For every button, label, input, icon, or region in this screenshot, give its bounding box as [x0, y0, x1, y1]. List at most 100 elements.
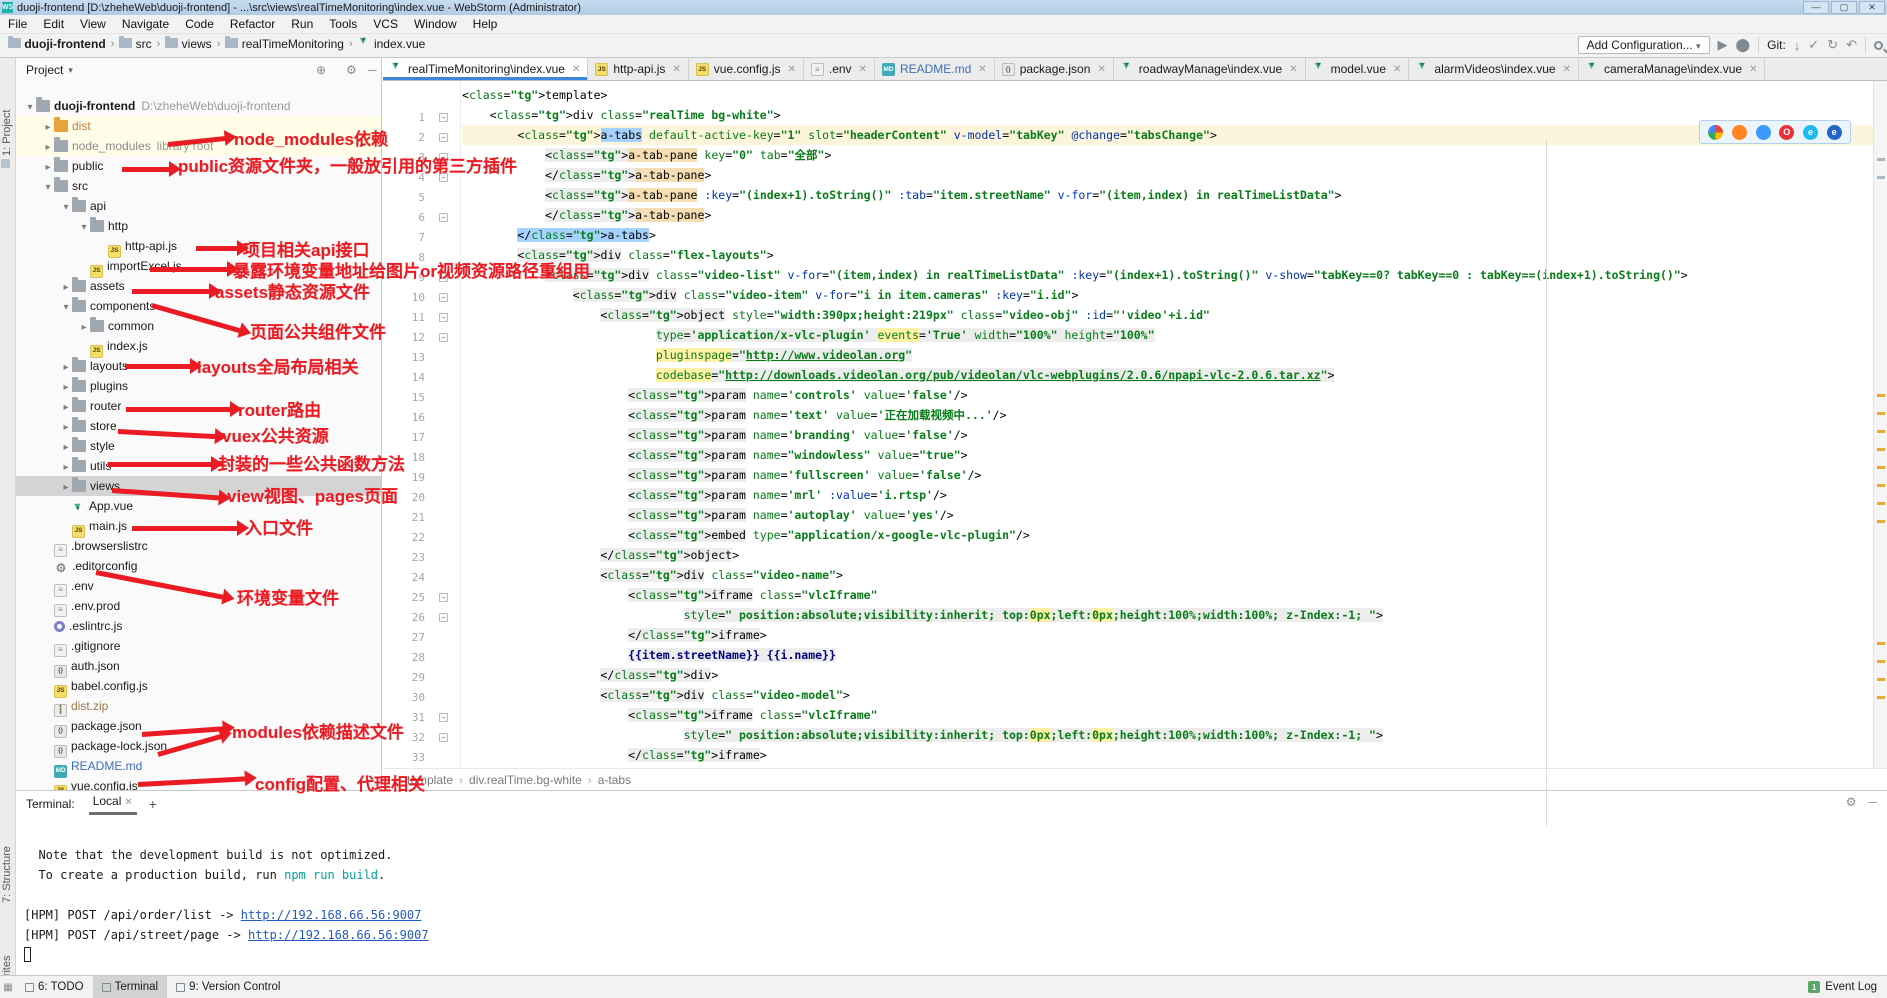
stripe-mark[interactable] — [1877, 176, 1885, 179]
terminal-output[interactable]: Note that the development build is not o… — [16, 817, 1887, 965]
stripe-mark[interactable] — [1877, 660, 1885, 663]
hide-panel-icon[interactable]: ─ — [368, 63, 377, 77]
editor-tab-roadwayManage-index.vue[interactable]: roadwayManage\index.vue✕ — [1114, 58, 1306, 80]
add-configuration-button[interactable]: Add Configuration... ▾ — [1578, 36, 1710, 54]
breadcrumb-item-src[interactable]: src — [119, 37, 151, 51]
editor-tab-.env[interactable]: ≡.env✕ — [804, 58, 875, 80]
terminal-tab-local[interactable]: Local✕ — [89, 794, 137, 815]
editor-tab-model.vue[interactable]: model.vue✕ — [1306, 58, 1410, 80]
menu-item-help[interactable]: Help — [465, 17, 506, 31]
terminal-settings-gear-icon[interactable]: ⚙ — [1846, 795, 1857, 809]
stripe-mark[interactable] — [1877, 678, 1885, 681]
editor-tab-vue.config.js[interactable]: JSvue.config.js✕ — [689, 58, 804, 80]
fold-marker-icon[interactable]: − — [439, 293, 448, 302]
tool-stripe-project[interactable]: 1: Project — [1, 110, 13, 168]
tree-item-src[interactable]: ▾src — [16, 176, 382, 196]
chevron-down-icon[interactable]: ▾ — [78, 218, 90, 238]
menu-item-run[interactable]: Run — [283, 17, 321, 31]
editor-tab-package.json[interactable]: {}package.json✕ — [995, 58, 1114, 80]
stripe-mark[interactable] — [1877, 448, 1885, 451]
menu-item-code[interactable]: Code — [177, 17, 222, 31]
editor-breadcrumb-a-tabs[interactable]: a-tabs — [598, 773, 631, 787]
menu-item-tools[interactable]: Tools — [321, 17, 365, 31]
chevron-right-icon[interactable]: ▸ — [60, 358, 72, 378]
close-icon[interactable]: ✕ — [859, 64, 867, 75]
stripe-mark[interactable] — [1877, 158, 1885, 161]
chevron-right-icon[interactable]: ▸ — [60, 458, 72, 478]
tree-item-.browserslistrc[interactable]: ≡.browserslistrc — [16, 536, 382, 556]
stripe-mark[interactable] — [1877, 642, 1885, 645]
tool-windows-toggle-icon[interactable]: ▦ — [0, 982, 16, 993]
close-icon[interactable]: ✕ — [572, 64, 580, 75]
breadcrumb-item-duoji-frontend[interactable]: duoji-frontend — [8, 37, 106, 51]
close-button[interactable]: ✕ — [1859, 1, 1885, 14]
editor-tab-realTimeMonitoring-index.vue[interactable]: realTimeMonitoring\index.vue✕ — [383, 58, 588, 80]
tree-item-router[interactable]: ▸router — [16, 396, 382, 416]
stripe-mark[interactable] — [1877, 466, 1885, 469]
debug-button[interactable]: ⬤ — [1736, 37, 1751, 53]
tree-item-auth.json[interactable]: {}auth.json — [16, 656, 382, 676]
menu-item-vcs[interactable]: VCS — [365, 17, 406, 31]
tree-item-http[interactable]: ▾http — [16, 216, 382, 236]
close-icon[interactable]: ✕ — [978, 64, 986, 75]
chevron-right-icon[interactable]: ▸ — [60, 478, 72, 498]
statusbar-item-9-version-control[interactable]: 9: Version Control — [167, 976, 289, 998]
editor-tab-README.md[interactable]: MDREADME.md✕ — [875, 58, 995, 80]
chevron-right-icon[interactable]: ▸ — [42, 158, 54, 178]
tool-stripe-structure[interactable]: 7: Structure — [1, 846, 13, 903]
close-icon[interactable]: ✕ — [787, 64, 795, 75]
ie-browser-icon[interactable]: e — [1803, 125, 1818, 140]
stripe-mark[interactable] — [1877, 394, 1885, 397]
tree-item-.gitignore[interactable]: ≡.gitignore — [16, 636, 382, 656]
git-revert-icon[interactable]: ↶ — [1846, 37, 1857, 53]
chevron-down-icon[interactable]: ▾ — [24, 98, 36, 118]
error-stripe[interactable] — [1873, 81, 1887, 768]
stripe-mark[interactable] — [1877, 430, 1885, 433]
safari-browser-icon[interactable] — [1756, 125, 1771, 140]
firefox-browser-icon[interactable] — [1732, 125, 1747, 140]
close-icon[interactable]: ✕ — [1393, 64, 1401, 75]
close-icon[interactable]: ✕ — [1097, 64, 1105, 75]
stripe-mark[interactable] — [1877, 502, 1885, 505]
tree-item-api[interactable]: ▾api — [16, 196, 382, 216]
editor-tab-http-api.js[interactable]: JShttp-api.js✕ — [588, 58, 688, 80]
locate-file-icon[interactable]: ⊕ — [316, 63, 326, 77]
stripe-mark[interactable] — [1877, 412, 1885, 415]
menu-item-file[interactable]: File — [0, 17, 35, 31]
menu-item-view[interactable]: View — [72, 17, 114, 31]
close-icon[interactable]: ✕ — [1289, 64, 1297, 75]
fold-marker-icon[interactable]: − — [439, 333, 448, 342]
breadcrumb-item-views[interactable]: views — [165, 37, 211, 51]
search-everywhere-icon[interactable] — [1874, 41, 1883, 50]
chevron-right-icon[interactable]: ▸ — [60, 378, 72, 398]
chevron-right-icon[interactable]: ▸ — [60, 438, 72, 458]
opera-browser-icon[interactable]: O — [1779, 125, 1794, 140]
breadcrumb-item-realTimeMonitoring[interactable]: realTimeMonitoring — [225, 37, 344, 51]
tree-item-.editorconfig[interactable]: ⚙.editorconfig — [16, 556, 382, 576]
fold-marker-icon[interactable]: − — [439, 113, 448, 122]
fold-marker-icon[interactable]: − — [439, 133, 448, 142]
chevron-right-icon[interactable]: ▸ — [42, 138, 54, 158]
chevron-right-icon[interactable]: ▸ — [60, 398, 72, 418]
chevron-right-icon[interactable]: ▸ — [78, 318, 90, 338]
stripe-mark[interactable] — [1877, 520, 1885, 523]
fold-marker-icon[interactable]: − — [439, 733, 448, 742]
menu-item-navigate[interactable]: Navigate — [114, 17, 177, 31]
event-log-label[interactable]: Event Log — [1825, 981, 1877, 993]
menu-item-refactor[interactable]: Refactor — [222, 17, 283, 31]
chevron-down-icon[interactable]: ▾ — [60, 298, 72, 318]
tree-item-dist.zip[interactable]: ┇dist.zip — [16, 696, 382, 716]
fold-marker-icon[interactable]: − — [439, 313, 448, 322]
chevron-right-icon[interactable]: ▸ — [42, 118, 54, 138]
tree-item-.eslintrc.js[interactable]: .eslintrc.js — [16, 616, 382, 636]
menu-item-edit[interactable]: Edit — [35, 17, 72, 31]
fold-marker-icon[interactable]: − — [439, 613, 448, 622]
chevron-right-icon[interactable]: ▸ — [60, 418, 72, 438]
close-icon[interactable]: ✕ — [1749, 64, 1757, 75]
edge-browser-icon[interactable]: e — [1827, 125, 1842, 140]
tree-item-babel.config.js[interactable]: JSbabel.config.js — [16, 676, 382, 696]
terminal-hide-icon[interactable]: ─ — [1868, 795, 1877, 809]
fold-marker-icon[interactable]: − — [439, 593, 448, 602]
editor-tab-alarmVideos-index.vue[interactable]: alarmVideos\index.vue✕ — [1409, 58, 1579, 80]
close-icon[interactable]: ✕ — [672, 64, 680, 75]
